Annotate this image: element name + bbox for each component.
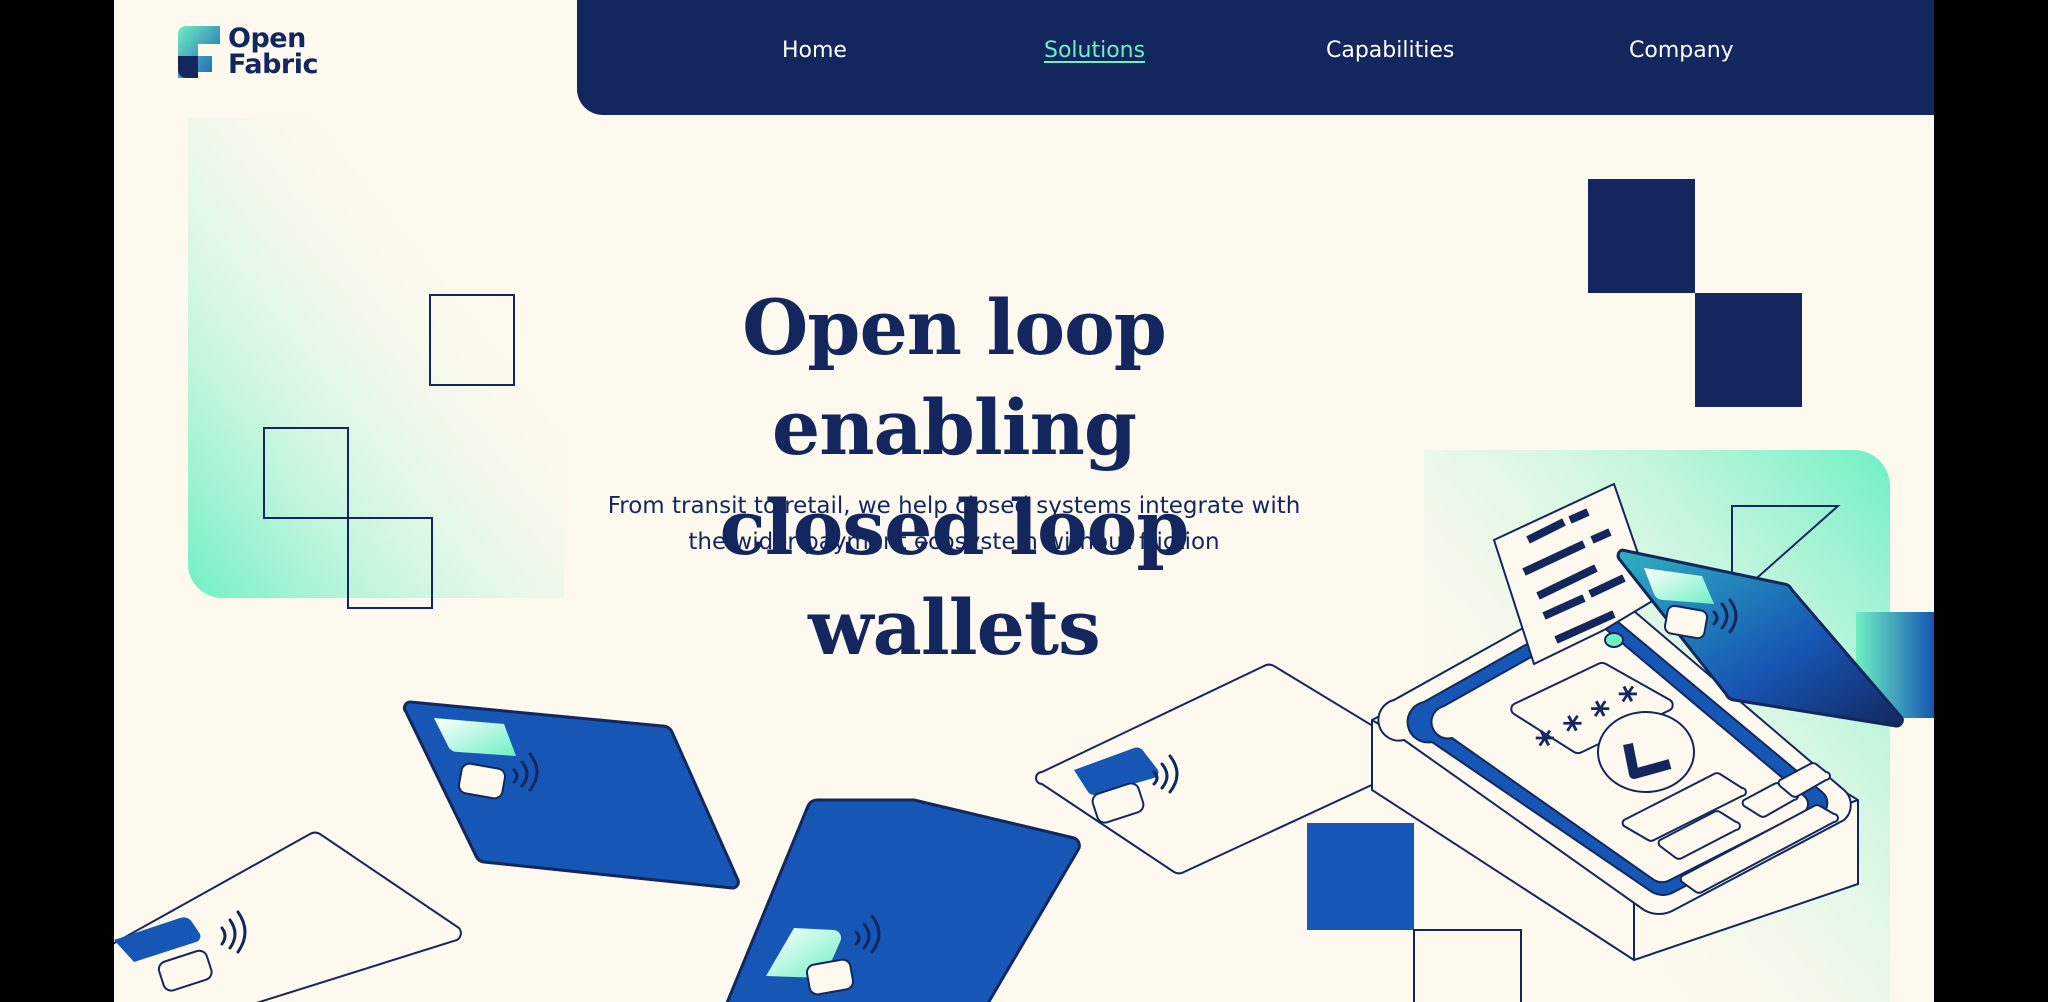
blue-square [1307,823,1414,930]
logo[interactable]: Open Fabric [176,25,318,80]
card-blue-left [402,700,740,890]
nav-capabilities[interactable]: Capabilities [1326,38,1454,63]
hero-title-line-1: Open loop enabling [742,283,1167,472]
logo-mark-icon [178,26,220,78]
hero-subtitle-line-2: the wider payment ecosystem without fric… [688,529,1220,555]
card-blue-center [725,798,1081,1002]
hero-subtitle-line-1: From transit to retail, we help closed s… [607,493,1301,519]
nav-solutions[interactable]: Solutions [1044,38,1145,63]
left-gradient-panel [188,118,564,598]
hero-title: Open loop enabling closed loop wallets [594,278,1314,678]
nav-company[interactable]: Company [1629,38,1734,63]
main-nav: Home Solutions Capabilities Company [577,0,1934,115]
hero-subtitle: From transit to retail, we help closed s… [594,488,1314,560]
logo-text: Open Fabric [228,25,318,80]
top-right-squares [1588,179,1802,407]
card-bottom-left [114,831,462,1002]
logo-line-2: Fabric [228,49,318,80]
nav-home[interactable]: Home [782,38,847,63]
landing-page: * * * * Open Fabric Home Solutions Capab… [114,0,1934,1002]
